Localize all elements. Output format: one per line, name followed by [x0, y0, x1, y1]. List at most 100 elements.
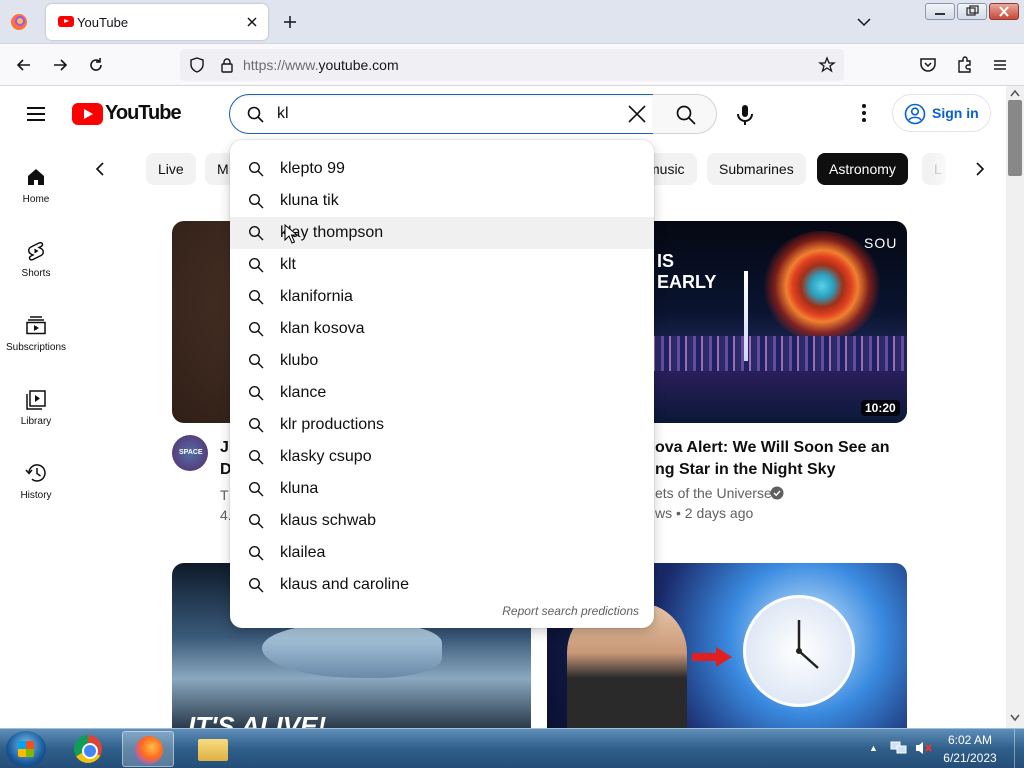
- reload-icon[interactable]: [86, 55, 106, 75]
- browser-tab-youtube[interactable]: YouTube: [46, 4, 268, 40]
- url-domain: youtube.com: [318, 57, 399, 73]
- account-circle-icon: [904, 103, 926, 125]
- taskbar-file-explorer-folder-icon[interactable]: [186, 731, 238, 767]
- pocket-icon[interactable]: [918, 55, 938, 75]
- guide-menu-icon[interactable]: [24, 102, 48, 126]
- thumbnail-text-line: IS: [657, 251, 675, 271]
- search-icon: [676, 105, 696, 125]
- window-restore-button[interactable]: [957, 3, 987, 20]
- bookmark-star-icon[interactable]: [818, 56, 836, 74]
- suggestion-item[interactable]: klr productions: [230, 409, 654, 441]
- sidebar-item-label: Subscriptions: [5, 342, 67, 353]
- taskbar-firefox-icon[interactable]: [122, 731, 174, 767]
- list-all-tabs-chevron-down-icon[interactable]: [854, 12, 874, 32]
- lock-icon[interactable]: [218, 56, 236, 74]
- sidebar-item-subscriptions[interactable]: Subscriptions: [0, 302, 72, 376]
- suggestion-item[interactable]: klanifornia: [230, 281, 654, 313]
- red-arrow-image: [692, 647, 732, 667]
- search-box[interactable]: [229, 94, 654, 134]
- chip-live[interactable]: Live: [146, 153, 196, 185]
- report-search-predictions-link[interactable]: Report search predictions: [230, 604, 639, 618]
- search-button[interactable]: [653, 94, 717, 134]
- chip-scroll-left-chevron-icon[interactable]: [90, 159, 110, 179]
- suggestion-item[interactable]: klaus schwab: [230, 505, 654, 537]
- clear-search-x-icon[interactable]: [626, 103, 648, 125]
- extensions-puzzle-icon[interactable]: [955, 55, 975, 75]
- sidebar-item-library[interactable]: Library: [0, 376, 72, 450]
- suggestion-text: klubo: [280, 352, 319, 369]
- taskbar-clock-date[interactable]: 6/21/2023: [930, 751, 1010, 765]
- suggestion-item[interactable]: klance: [230, 377, 654, 409]
- chip-submarines[interactable]: Submarines: [707, 153, 806, 185]
- suggestion-item[interactable]: klubo: [230, 345, 654, 377]
- suggestion-text: kluna: [280, 480, 319, 497]
- video-title[interactable]: ova Alert: We Will Soon See an ng Star i…: [655, 437, 905, 481]
- suggestion-item[interactable]: klepto 99: [230, 153, 654, 185]
- suggestion-item[interactable]: kluna: [230, 473, 654, 505]
- search-input[interactable]: [277, 102, 597, 126]
- settings-more-vertical-icon[interactable]: [862, 104, 866, 122]
- tab-close-icon[interactable]: [243, 13, 261, 31]
- sign-in-label: Sign in: [932, 105, 979, 121]
- forward-arrow-icon[interactable]: [50, 55, 70, 75]
- scrollbar-thumb[interactable]: [1008, 100, 1022, 176]
- sidebar-item-home[interactable]: Home: [0, 154, 72, 228]
- shorts-icon: [28, 241, 44, 261]
- back-arrow-icon[interactable]: [14, 55, 34, 75]
- avatar-text: SPACE: [179, 449, 203, 456]
- suggestion-text: klanifornia: [280, 288, 353, 305]
- suggestion-text: klaus and caroline: [280, 576, 409, 593]
- suggestion-text: klailea: [280, 544, 326, 561]
- url-prefix: https://www.: [243, 57, 319, 73]
- show-hidden-icons-arrow-icon[interactable]: ▲: [869, 743, 878, 753]
- hamburger-menu-icon[interactable]: [990, 55, 1010, 75]
- taskbar-chrome-icon[interactable]: [62, 731, 114, 767]
- suggestion-item[interactable]: klan kosova: [230, 313, 654, 345]
- window-minimize-button[interactable]: [925, 3, 955, 20]
- video-metadata: ws • 2 days ago: [655, 505, 754, 521]
- suggestion-item[interactable]: kluna tik: [230, 185, 654, 217]
- page-scrollbar[interactable]: [1006, 86, 1024, 728]
- voice-search-microphone-icon[interactable]: [733, 103, 757, 127]
- address-bar[interactable]: https://www.youtube.com: [180, 49, 844, 81]
- sign-in-button[interactable]: Sign in: [892, 94, 991, 132]
- scroll-up-arrow-icon[interactable]: [1010, 89, 1020, 97]
- sidebar-item-shorts[interactable]: Shorts: [0, 228, 72, 302]
- show-desktop-button[interactable]: [1014, 729, 1024, 768]
- suggestion-item[interactable]: klaus and caroline: [230, 569, 654, 601]
- scroll-down-arrow-icon[interactable]: [1010, 714, 1020, 722]
- search-icon: [248, 161, 264, 177]
- suggestion-item[interactable]: klt: [230, 249, 654, 281]
- start-button-windows-logo-icon[interactable]: [6, 731, 46, 767]
- new-tab-plus-icon[interactable]: [280, 12, 300, 32]
- suggestion-text: klan kosova: [280, 320, 365, 337]
- youtube-masthead: YouTube Sign in: [0, 86, 1006, 142]
- search-icon: [248, 481, 264, 497]
- youtube-logo[interactable]: YouTube: [72, 102, 182, 125]
- search-icon: [248, 545, 264, 561]
- search-icon: [248, 385, 264, 401]
- verified-check-icon: [770, 486, 784, 500]
- subscriptions-icon: [26, 316, 46, 335]
- mouse-pointer-icon: [284, 224, 298, 244]
- suggestion-item[interactable]: klailea: [230, 537, 654, 569]
- sidebar-item-label: Home: [22, 194, 50, 205]
- url-text[interactable]: https://www.youtube.com: [243, 57, 399, 73]
- suggestion-item[interactable]: klasky csupo: [230, 441, 654, 473]
- window-close-button[interactable]: [989, 3, 1019, 20]
- chip-astronomy[interactable]: Astronomy: [817, 153, 908, 185]
- network-icon[interactable]: [890, 740, 908, 756]
- taskbar-clock-time[interactable]: 6:02 AM: [930, 733, 1010, 747]
- sidebar-item-label: History: [20, 490, 52, 501]
- search-icon: [248, 257, 264, 273]
- youtube-logo-text: YouTube: [105, 102, 182, 124]
- search-icon: [248, 449, 264, 465]
- tracking-protection-shield-icon[interactable]: [188, 56, 206, 74]
- search-icon: [248, 225, 264, 241]
- channel-avatar[interactable]: SPACE: [172, 435, 208, 471]
- sidebar-item-history[interactable]: History: [0, 450, 72, 524]
- chip-scroll-right-chevron-icon[interactable]: [970, 159, 990, 179]
- search-suggestions-dropdown: klepto 99 kluna tik klay thompson klt kl…: [230, 140, 654, 628]
- channel-name[interactable]: ets of the Universe: [655, 485, 772, 501]
- sidebar-item-label: Library: [20, 416, 52, 427]
